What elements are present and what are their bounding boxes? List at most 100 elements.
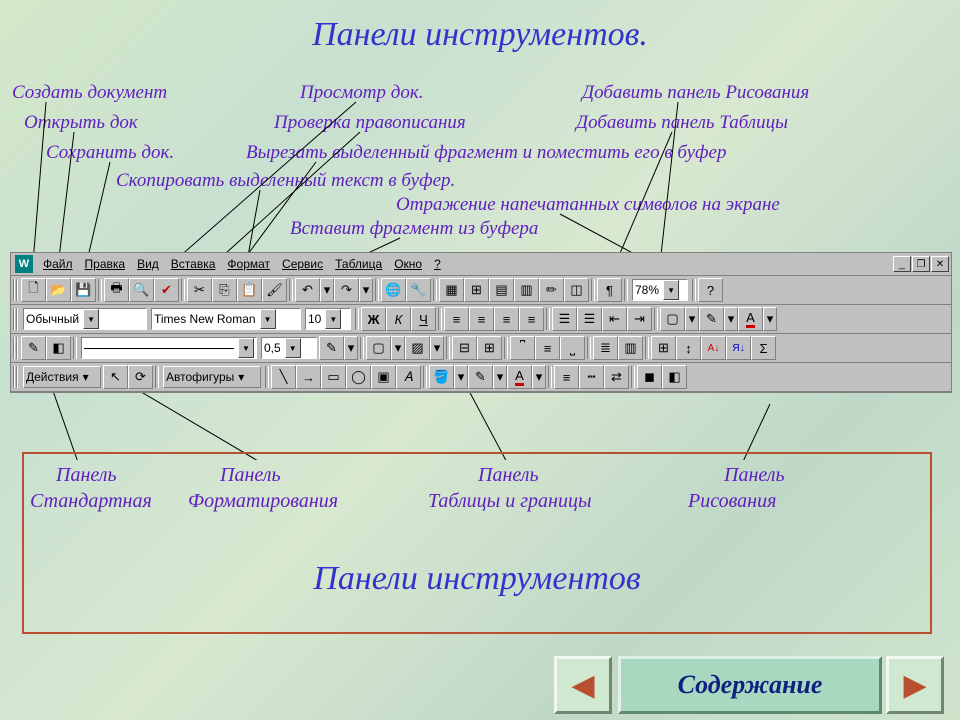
help-icon[interactable]: ? [698, 278, 723, 302]
size-combo[interactable]: 10▼ [305, 308, 351, 330]
split-cells-icon[interactable]: ⊞ [477, 336, 502, 360]
hyperlink-icon[interactable]: 🌐 [381, 278, 406, 302]
minimize-button[interactable]: _ [893, 256, 911, 272]
dist-cols-icon[interactable]: ▥ [618, 336, 643, 360]
decrease-indent-icon[interactable]: ⇤ [602, 307, 627, 331]
restore-button[interactable]: ❐ [912, 256, 930, 272]
excel-icon[interactable]: ▤ [489, 278, 514, 302]
new-doc-icon[interactable]: 🗋 [21, 278, 46, 302]
shading-dd[interactable]: ▾ [430, 336, 444, 360]
line-style-icon[interactable]: ≡ [554, 365, 579, 389]
drawing-icon[interactable]: ✏ [539, 278, 564, 302]
border-dd[interactable]: ▾ [391, 336, 405, 360]
line-style-combo[interactable]: ▼ [81, 337, 257, 359]
line-icon[interactable]: ╲ [271, 365, 296, 389]
shadow-icon[interactable]: ◼ [637, 365, 662, 389]
web-toolbar-icon[interactable]: 🔧 [406, 278, 431, 302]
open-doc-icon[interactable]: 📂 [46, 278, 71, 302]
font-combo[interactable]: Times New Roman▼ [151, 308, 301, 330]
font-color-dd[interactable]: ▾ [763, 307, 777, 331]
borders-dd[interactable]: ▾ [685, 307, 699, 331]
text-direction-icon[interactable]: ↕ [676, 336, 701, 360]
arrow-style-icon[interactable]: ⇄ [604, 365, 629, 389]
align-justify-icon[interactable]: ≡ [519, 307, 544, 331]
paste-icon[interactable]: 📋 [237, 278, 262, 302]
menu-tools[interactable]: Сервис [276, 257, 329, 271]
menu-window[interactable]: Окно [388, 257, 428, 271]
linecolor-dd[interactable]: ▾ [493, 365, 507, 389]
outside-border-icon[interactable]: ▢ [366, 336, 391, 360]
fill-dd[interactable]: ▾ [454, 365, 468, 389]
prev-button[interactable]: ◀ [554, 656, 612, 714]
rectangle-icon[interactable]: ▭ [321, 365, 346, 389]
sort-desc-icon[interactable]: Я↓ [726, 336, 751, 360]
align-top-icon[interactable]: ⎴ [510, 336, 535, 360]
align-bot-icon[interactable]: ⎵ [560, 336, 585, 360]
draw-table-icon[interactable]: ✎ [21, 336, 46, 360]
docmap-icon[interactable]: ◫ [564, 278, 589, 302]
toc-button[interactable]: Содержание [618, 656, 882, 714]
font-color-icon[interactable]: A [507, 365, 532, 389]
sort-asc-icon[interactable]: А↓ [701, 336, 726, 360]
underline-button[interactable]: Ч [411, 307, 436, 331]
bullet-list-icon[interactable]: ☰ [577, 307, 602, 331]
oval-icon[interactable]: ◯ [346, 365, 371, 389]
line-color-icon[interactable]: ✎ [468, 365, 493, 389]
undo-icon[interactable]: ↶ [295, 278, 320, 302]
toolbar-grip[interactable] [13, 308, 19, 330]
select-arrow-icon[interactable]: ↖ [103, 365, 128, 389]
spellcheck-icon[interactable]: ✔ [154, 278, 179, 302]
fontcolor-dd[interactable]: ▾ [532, 365, 546, 389]
font-color-icon[interactable]: A [738, 307, 763, 331]
menu-file[interactable]: Файл [37, 257, 79, 271]
toolbar-grip[interactable] [13, 279, 19, 301]
border-color-icon[interactable]: ✎ [319, 336, 344, 360]
increase-indent-icon[interactable]: ⇥ [627, 307, 652, 331]
menu-view[interactable]: Вид [131, 257, 165, 271]
highlight-icon[interactable]: ✎ [699, 307, 724, 331]
style-combo[interactable]: Обычный▼ [23, 308, 147, 330]
textbox-icon[interactable]: ▣ [371, 365, 396, 389]
align-center-icon[interactable]: ≡ [469, 307, 494, 331]
wordart-icon[interactable]: 𝐴 [396, 365, 421, 389]
merge-cells-icon[interactable]: ⊟ [452, 336, 477, 360]
cut-icon[interactable]: ✂ [187, 278, 212, 302]
fill-color-icon[interactable]: 🪣 [429, 365, 454, 389]
menu-format[interactable]: Формат [221, 257, 276, 271]
menu-table[interactable]: Таблица [329, 257, 388, 271]
border-color-dd[interactable]: ▾ [344, 336, 358, 360]
print-preview-icon[interactable]: 🔍 [129, 278, 154, 302]
rotate-icon[interactable]: ⟳ [128, 365, 153, 389]
shading-icon[interactable]: ▨ [405, 336, 430, 360]
autosum-icon[interactable]: Σ [751, 336, 776, 360]
format-painter-icon[interactable]: 🖌 [262, 278, 287, 302]
numbered-list-icon[interactable]: ☰ [552, 307, 577, 331]
line-weight-combo[interactable]: 0,5▼ [261, 337, 317, 359]
eraser-icon[interactable]: ◧ [46, 336, 71, 360]
redo-icon[interactable]: ↷ [334, 278, 359, 302]
copy-icon[interactable]: ⎘ [212, 278, 237, 302]
redo-dd[interactable]: ▾ [359, 278, 373, 302]
italic-button[interactable]: К [386, 307, 411, 331]
undo-dd[interactable]: ▾ [320, 278, 334, 302]
autoformat-icon[interactable]: ⊞ [651, 336, 676, 360]
save-doc-icon[interactable]: 💾 [71, 278, 96, 302]
toolbar-grip[interactable] [13, 337, 19, 359]
dist-rows-icon[interactable]: ≣ [593, 336, 618, 360]
borders-icon[interactable]: ▢ [660, 307, 685, 331]
autoshapes-menu[interactable]: Автофигуры▾ [163, 366, 261, 388]
align-right-icon[interactable]: ≡ [494, 307, 519, 331]
highlight-dd[interactable]: ▾ [724, 307, 738, 331]
align-mid-icon[interactable]: ≡ [535, 336, 560, 360]
actions-menu[interactable]: Действия▾ [23, 366, 101, 388]
menu-edit[interactable]: Правка [79, 257, 132, 271]
3d-icon[interactable]: ◧ [662, 365, 687, 389]
tables-borders-icon[interactable]: ▦ [439, 278, 464, 302]
next-button[interactable]: ▶ [886, 656, 944, 714]
dash-style-icon[interactable]: ┅ [579, 365, 604, 389]
bold-button[interactable]: Ж [361, 307, 386, 331]
toolbar-grip[interactable] [13, 366, 19, 388]
insert-table-icon[interactable]: ⊞ [464, 278, 489, 302]
menu-help[interactable]: ? [428, 257, 447, 271]
print-icon[interactable]: 🖶 [104, 278, 129, 302]
